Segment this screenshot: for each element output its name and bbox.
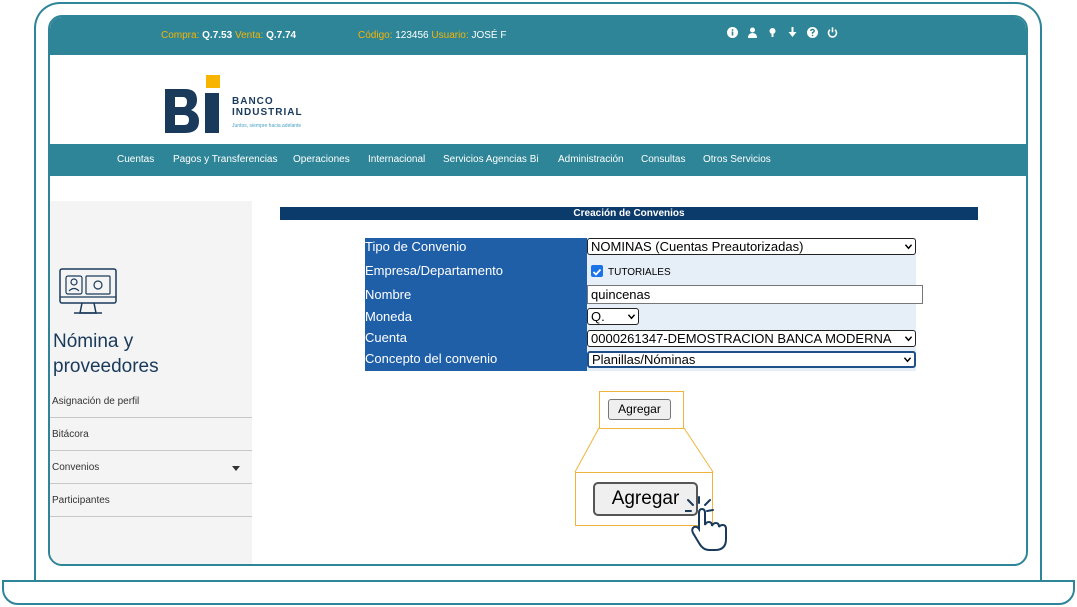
screen: Compra: Q.7.53 Venta: Q.7.74 Código: 123… — [48, 15, 1028, 566]
agregar-button-zoomed[interactable]: Agregar — [593, 482, 698, 516]
agregar-button[interactable]: Agregar — [608, 399, 671, 420]
zoom-connector-lines — [574, 427, 714, 473]
laptop-base — [2, 580, 1075, 605]
hand-cursor-icon — [685, 496, 727, 551]
